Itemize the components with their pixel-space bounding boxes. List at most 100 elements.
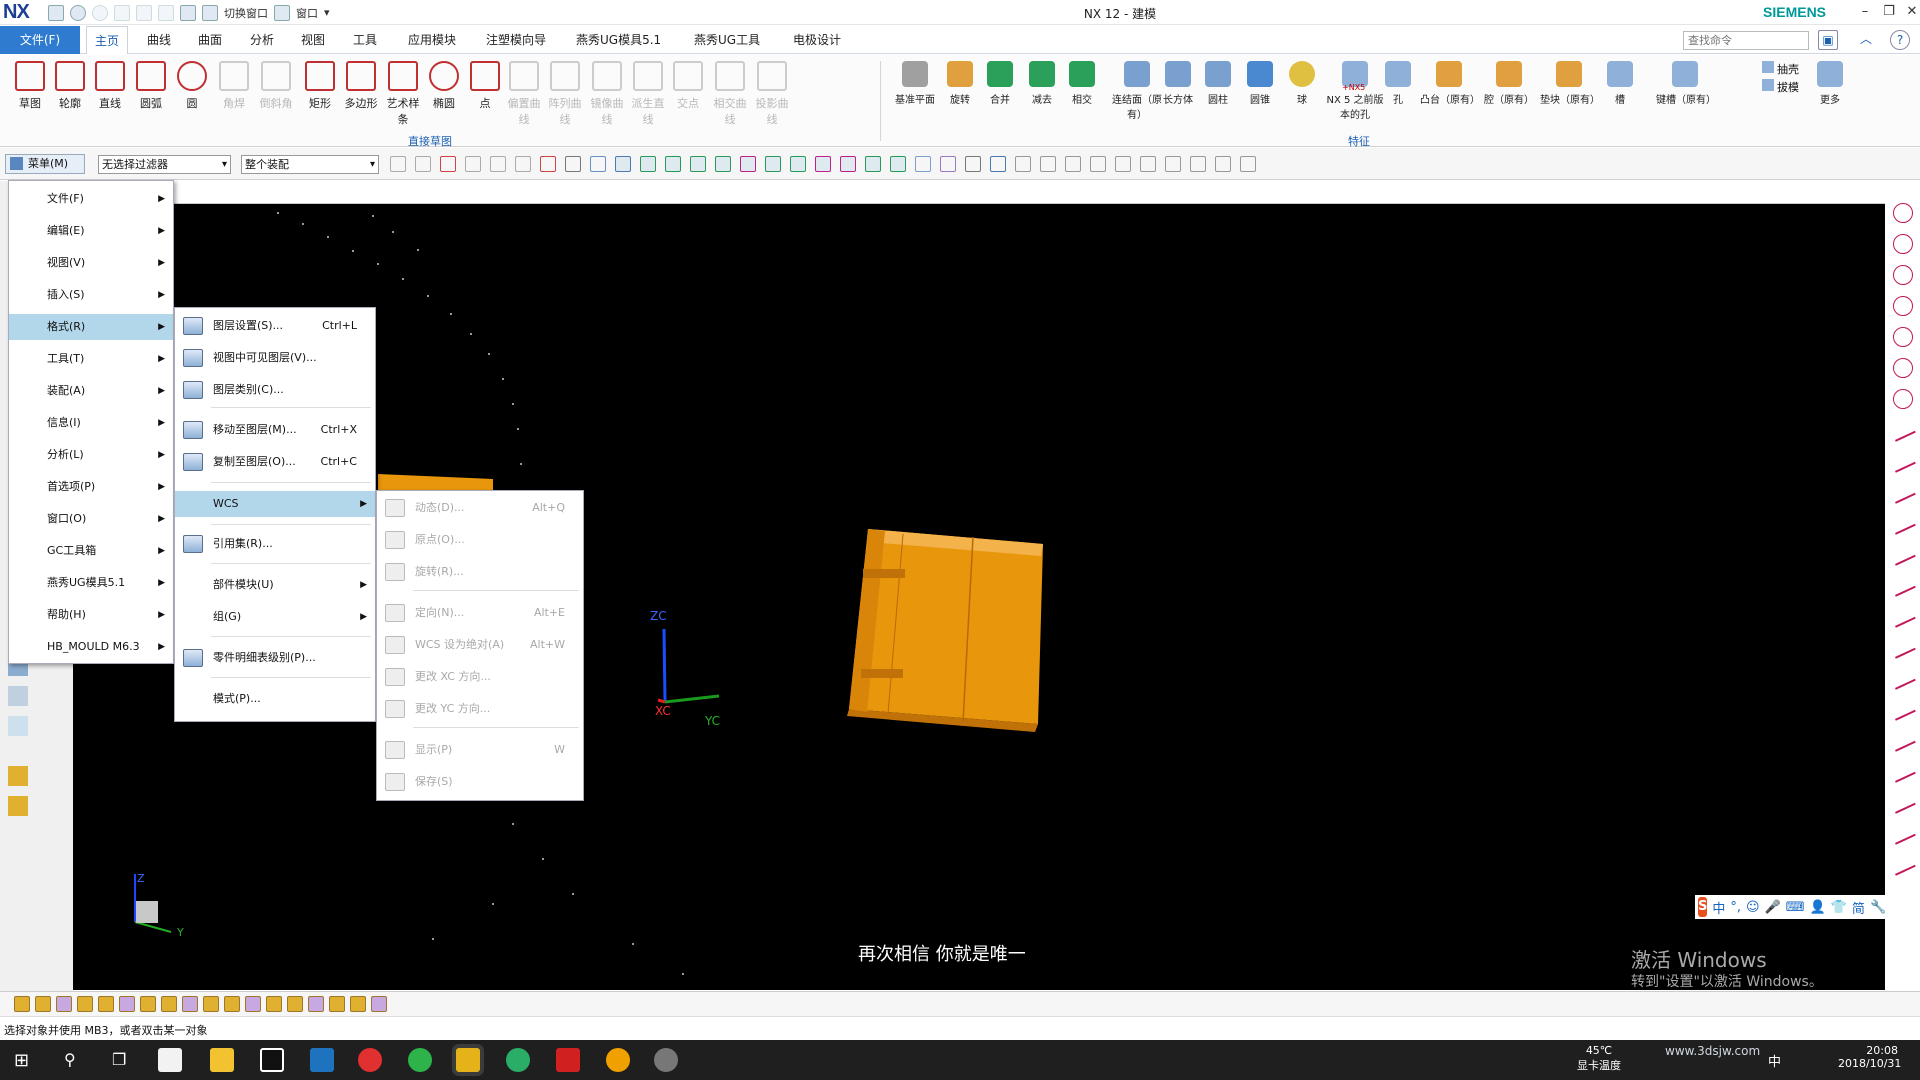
snap-tool-icon[interactable] bbox=[665, 156, 681, 172]
circle-button[interactable]: 圆 bbox=[172, 61, 212, 111]
format-menu-item[interactable]: 图层类别(C)... bbox=[175, 377, 375, 403]
snap-tool-icon[interactable] bbox=[515, 156, 531, 172]
ime-button[interactable]: ⌨ bbox=[1786, 900, 1805, 915]
minimize-icon[interactable]: – bbox=[1853, 1, 1877, 23]
wcs-menu-item[interactable]: 旋转(R)... bbox=[377, 559, 583, 585]
wcs-menu-item[interactable]: 定向(N)... Alt+E bbox=[377, 600, 583, 626]
assembly-tool-icon[interactable] bbox=[119, 996, 135, 1012]
wcs-menu-item[interactable]: 更改 XC 方向... bbox=[377, 664, 583, 690]
main-menu-item[interactable]: 帮助(H) ▶ bbox=[9, 602, 173, 628]
main-menu-item[interactable]: 格式(R) ▶ bbox=[9, 314, 173, 340]
snap-tool-icon[interactable] bbox=[715, 156, 731, 172]
main-menu-item[interactable]: GC工具箱 ▶ bbox=[9, 538, 173, 564]
assembly-tool-icon[interactable] bbox=[287, 996, 303, 1012]
reuse-library-icon[interactable] bbox=[8, 766, 28, 786]
snap-point-icon[interactable] bbox=[1888, 602, 1916, 628]
snap-tool-icon[interactable] bbox=[1015, 156, 1031, 172]
ime-button[interactable]: 👤 bbox=[1810, 900, 1826, 915]
close-icon[interactable]: ✕ bbox=[1900, 1, 1920, 23]
snap-tool-icon[interactable] bbox=[1065, 156, 1081, 172]
switch-window-button[interactable]: 切换窗口 bbox=[224, 5, 268, 21]
paste-icon[interactable] bbox=[158, 4, 174, 21]
main-menu-item[interactable]: 编辑(E) ▶ bbox=[9, 218, 173, 244]
pattern-curve-button[interactable]: 阵列曲线 bbox=[545, 61, 585, 127]
snap-point-icon[interactable] bbox=[1888, 478, 1916, 504]
window-button[interactable]: 窗口 bbox=[296, 5, 318, 21]
snap-tool-icon[interactable] bbox=[1040, 156, 1056, 172]
block-button[interactable]: 长方体 bbox=[1158, 61, 1198, 106]
screen-layout-icon[interactable]: ▣ bbox=[1818, 30, 1838, 50]
snap-tool-icon[interactable] bbox=[1165, 156, 1181, 172]
ime-button[interactable]: 简 bbox=[1852, 898, 1865, 917]
main-menu-item[interactable]: 插入(S) ▶ bbox=[9, 282, 173, 308]
ellipse-button[interactable]: 椭圆 bbox=[424, 61, 464, 111]
tab-yanxiu-tools[interactable]: 燕秀UG工具 bbox=[686, 26, 768, 54]
assembly-tool-icon[interactable] bbox=[350, 996, 366, 1012]
switch-window-icon[interactable] bbox=[202, 4, 218, 21]
tab-file[interactable]: 文件(F) bbox=[0, 26, 80, 54]
wechat-icon[interactable] bbox=[506, 1048, 530, 1072]
restore-icon[interactable]: ❐ bbox=[1877, 1, 1901, 23]
assembly-tool-icon[interactable] bbox=[371, 996, 387, 1012]
assembly-tool-icon[interactable] bbox=[224, 996, 240, 1012]
assembly-tool-icon[interactable] bbox=[98, 996, 114, 1012]
menu-button[interactable]: 菜单(M) bbox=[5, 154, 85, 174]
polygon-button[interactable]: 多边形 bbox=[341, 61, 381, 111]
snap-point-icon[interactable] bbox=[1888, 416, 1916, 442]
assembly-tool-icon[interactable] bbox=[203, 996, 219, 1012]
snap-point-icon[interactable] bbox=[1888, 850, 1916, 876]
snap-point-icon[interactable] bbox=[1893, 234, 1913, 254]
format-menu-item[interactable]: 组(G) ▶ bbox=[175, 604, 375, 630]
tab-analysis[interactable]: 分析 bbox=[242, 26, 282, 54]
nx-taskbar-icon[interactable] bbox=[456, 1048, 480, 1072]
hole-button[interactable]: 孔 bbox=[1378, 61, 1418, 106]
assembly-navigator-icon[interactable] bbox=[8, 686, 28, 706]
snap-point-icon[interactable] bbox=[1888, 695, 1916, 721]
tab-electrode[interactable]: 电极设计 bbox=[785, 26, 849, 54]
assembly-tool-icon[interactable] bbox=[308, 996, 324, 1012]
selection-filter-dropdown[interactable]: 无选择过滤器 bbox=[98, 155, 231, 174]
help-icon[interactable]: ? bbox=[1890, 30, 1910, 50]
assembly-tool-icon[interactable] bbox=[140, 996, 156, 1012]
main-menu-item[interactable]: 装配(A) ▶ bbox=[9, 378, 173, 404]
avatar-app-icon[interactable] bbox=[654, 1048, 678, 1072]
snap-tool-icon[interactable] bbox=[865, 156, 881, 172]
pocket-button[interactable]: 腔（原有） bbox=[1480, 61, 1538, 106]
tab-application[interactable]: 应用模块 bbox=[400, 26, 464, 54]
assembly-scope-dropdown[interactable]: 整个装配 bbox=[241, 155, 379, 174]
main-menu-item[interactable]: 窗口(O) ▶ bbox=[9, 506, 173, 532]
qq-icon[interactable] bbox=[260, 1048, 284, 1072]
boss-button[interactable]: 凸台（原有） bbox=[1420, 61, 1480, 106]
line-button[interactable]: 直线 bbox=[90, 61, 130, 111]
snap-point-icon[interactable] bbox=[1888, 757, 1916, 783]
snap-tool-icon[interactable] bbox=[1190, 156, 1206, 172]
snap-tool-icon[interactable] bbox=[1240, 156, 1256, 172]
intersection-point-button[interactable]: 交点 bbox=[668, 61, 708, 111]
snap-tool-icon[interactable] bbox=[840, 156, 856, 172]
pad-button[interactable]: 垫块（原有） bbox=[1540, 61, 1600, 106]
datum-plane-button[interactable]: 基准平面 bbox=[895, 61, 935, 106]
snap-tool-icon[interactable] bbox=[915, 156, 931, 172]
snap-point-icon[interactable] bbox=[1888, 788, 1916, 814]
snap-tool-icon[interactable] bbox=[1115, 156, 1131, 172]
assembly-tool-icon[interactable] bbox=[56, 996, 72, 1012]
copy-icon[interactable] bbox=[136, 4, 152, 21]
snap-tool-icon[interactable] bbox=[540, 156, 556, 172]
intersection-curve-button[interactable]: 相交曲线 bbox=[710, 61, 750, 127]
ime-button[interactable]: 中 bbox=[1712, 898, 1725, 917]
tab-curve[interactable]: 曲线 bbox=[139, 26, 179, 54]
snap-tool-icon[interactable] bbox=[690, 156, 706, 172]
mirror-curve-button[interactable]: 镜像曲线 bbox=[587, 61, 627, 127]
profile-button[interactable]: 轮廓 bbox=[50, 61, 90, 111]
intersect-button[interactable]: 相交 bbox=[1062, 61, 1102, 106]
format-menu-item[interactable]: 引用集(R)... bbox=[175, 531, 375, 557]
snap-tool-icon[interactable] bbox=[415, 156, 431, 172]
ime-button[interactable]: 🎤 bbox=[1765, 900, 1781, 915]
chamfer-button[interactable]: 倒斜角 bbox=[256, 61, 296, 111]
snap-point-icon[interactable] bbox=[1888, 726, 1916, 752]
undo-icon[interactable] bbox=[70, 4, 86, 21]
snap-tool-icon[interactable] bbox=[390, 156, 406, 172]
ime-button[interactable]: ☺ bbox=[1746, 900, 1760, 915]
tab-home[interactable]: 主页 bbox=[86, 26, 129, 54]
cone-button[interactable]: 圆锥 bbox=[1240, 61, 1280, 106]
